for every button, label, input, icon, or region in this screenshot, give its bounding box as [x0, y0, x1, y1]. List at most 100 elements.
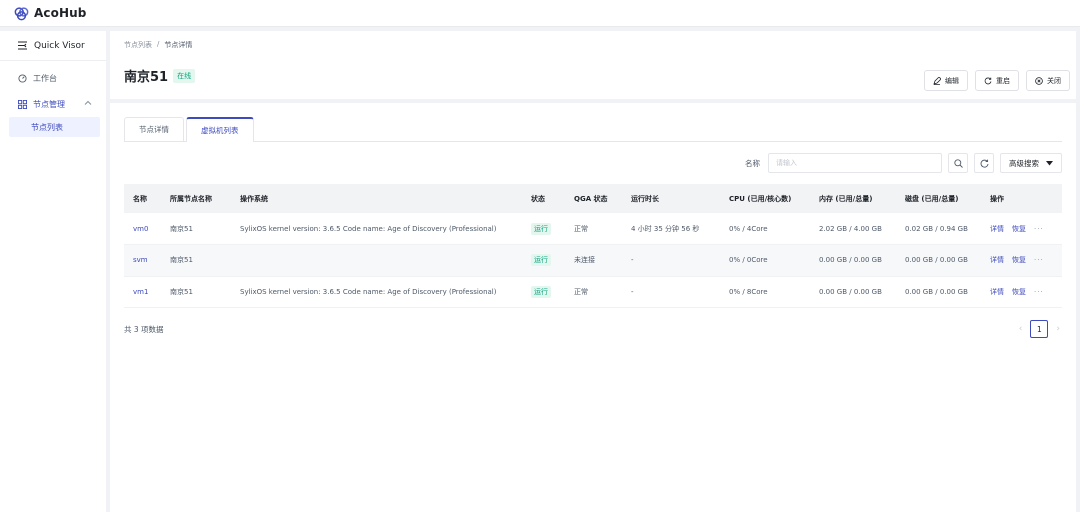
memory-cell: 2.02 GB / 4.00 GB: [810, 213, 896, 245]
cpu-cell: 0% / 0Core: [720, 244, 810, 277]
more-icon[interactable]: ···: [1034, 225, 1044, 233]
vm-name-link[interactable]: svm: [133, 256, 148, 264]
shutdown-label: 关闭: [1047, 76, 1061, 85]
breadcrumb-parent[interactable]: 节点列表: [124, 40, 152, 50]
table-footer: 共 3 项数据 ‹ 1 ›: [124, 320, 1062, 338]
advanced-search-button[interactable]: 高级搜索: [1000, 153, 1062, 173]
os-cell: [231, 244, 522, 277]
shutdown-button[interactable]: 关闭: [1026, 70, 1070, 91]
sidebar-item-dashboard[interactable]: 工作台: [0, 65, 106, 91]
search-icon: [953, 158, 963, 168]
prev-page-icon[interactable]: ‹: [1019, 324, 1023, 334]
disk-cell: 0.00 GB / 0.00 GB: [896, 244, 981, 277]
edit-label: 编辑: [945, 76, 959, 85]
restore-link[interactable]: 恢复: [1012, 287, 1026, 297]
disk-cell: 0.02 GB / 0.94 GB: [896, 213, 981, 245]
column-header: 运行时长: [622, 184, 720, 213]
cpu-cell: 0% / 8Core: [720, 276, 810, 308]
sidebar-item-label: 工作台: [33, 73, 57, 83]
qga-status-cell: 正常: [565, 276, 622, 308]
column-header: 所属节点名称: [161, 184, 231, 213]
breadcrumb: 节点列表 / 节点详情: [124, 40, 1062, 50]
column-header: 内存 (已用/总量): [810, 184, 896, 213]
tab-bar: 节点详情 虚拟机列表: [124, 117, 1062, 142]
restart-button[interactable]: 重启: [975, 70, 1019, 91]
page-title: 南京51: [124, 70, 169, 85]
detail-link[interactable]: 详情: [990, 224, 1004, 234]
sidebar: Quick Visor 工作台 节点管理 节点列表: [0, 31, 106, 512]
caret-down-icon: [1046, 160, 1053, 165]
sidebar-item-node-management[interactable]: 节点管理: [0, 91, 106, 117]
status-badge: 运行: [531, 285, 551, 298]
chevron-up-icon[interactable]: [84, 99, 92, 107]
main-area: 节点列表 / 节点详情 南京51 在线 编辑 重启 关闭 节点详情 虚拟机列表 …: [110, 31, 1076, 512]
uptime-cell: -: [622, 244, 720, 277]
breadcrumb-separator: /: [157, 40, 160, 48]
os-cell: SylixOS kernel version: 3.6.5 Code name:…: [231, 276, 522, 308]
restart-icon: [984, 77, 992, 84]
cpu-cell: 0% / 4Core: [720, 213, 810, 245]
dashboard-icon: [18, 73, 27, 83]
menu-fold-icon: [18, 41, 27, 50]
table-header-row: 名称 所属节点名称 操作系统 状态 QGA 状态 运行时长 CPU (已用/核心…: [124, 184, 1062, 213]
uptime-cell: 4 小时 35 分钟 56 秒: [622, 213, 720, 245]
sidebar-subitem-label: 节点列表: [31, 122, 63, 132]
column-header: 操作: [981, 184, 1062, 213]
detail-link[interactable]: 详情: [990, 255, 1004, 265]
qga-status-cell: 未连接: [565, 244, 622, 277]
tab-node-detail[interactable]: 节点详情: [124, 117, 184, 141]
column-header: 操作系统: [231, 184, 522, 213]
uptime-cell: -: [622, 276, 720, 308]
grid-icon: [18, 99, 27, 109]
edit-icon: [933, 76, 941, 85]
column-header: 磁盘 (已用/总量): [896, 184, 981, 213]
search-button[interactable]: [948, 153, 968, 173]
detail-link[interactable]: 详情: [990, 287, 1004, 297]
table-row: vm1 南京51 SylixOS kernel version: 3.6.5 C…: [124, 276, 1062, 308]
more-icon[interactable]: ···: [1034, 256, 1044, 264]
page-header: 节点列表 / 节点详情 南京51 在线 编辑 重启 关闭: [110, 31, 1076, 99]
column-header: 名称: [124, 184, 161, 213]
status-badge: 在线: [173, 68, 196, 83]
sidebar-subitem-node-list[interactable]: 节点列表: [9, 117, 100, 137]
quick-visor-toggle[interactable]: Quick Visor: [0, 31, 106, 61]
node-name-cell: 南京51: [161, 213, 231, 245]
restore-link[interactable]: 恢复: [1012, 255, 1026, 265]
app-name: AcoHub: [34, 6, 87, 20]
status-badge: 运行: [531, 254, 551, 267]
table-row: svm 南京51 运行 未连接 - 0% / 0Core 0.00 GB / 0…: [124, 244, 1062, 277]
quick-visor-label: Quick Visor: [34, 40, 85, 51]
vm-name-link[interactable]: vm1: [133, 288, 148, 296]
next-page-icon[interactable]: ›: [1056, 324, 1060, 334]
refresh-icon: [980, 159, 988, 168]
advanced-search-label: 高级搜索: [1009, 158, 1039, 168]
node-name-cell: 南京51: [161, 276, 231, 308]
app-logo[interactable]: AcoHub: [14, 6, 86, 21]
refresh-button[interactable]: [974, 153, 994, 173]
name-search-input[interactable]: 请输入: [768, 153, 942, 173]
restore-link[interactable]: 恢复: [1012, 224, 1026, 234]
vm-table: 名称 所属节点名称 操作系统 状态 QGA 状态 运行时长 CPU (已用/核心…: [124, 184, 1062, 308]
qga-status-cell: 正常: [565, 213, 622, 245]
os-cell: SylixOS kernel version: 3.6.5 Code name:…: [231, 213, 522, 245]
column-header: QGA 状态: [565, 184, 622, 213]
breadcrumb-current: 节点详情: [164, 41, 193, 49]
edit-button[interactable]: 编辑: [924, 70, 968, 91]
page-number[interactable]: 1: [1030, 320, 1049, 338]
content-card: 节点详情 虚拟机列表 名称 请输入 高级搜索 名称 所属节点名称 操作系统 状态…: [110, 103, 1076, 512]
column-header: 状态: [522, 184, 565, 213]
more-icon[interactable]: ···: [1034, 288, 1044, 296]
vm-name-link[interactable]: vm0: [133, 225, 148, 233]
total-count: 共 3 项数据: [124, 324, 164, 334]
header-actions: 编辑 重启 关闭: [924, 70, 1070, 91]
status-badge: 运行: [531, 222, 551, 235]
close-circle-icon: [1035, 76, 1043, 85]
top-bar: AcoHub: [0, 0, 1080, 27]
table-row: vm0 南京51 SylixOS kernel version: 3.6.5 C…: [124, 213, 1062, 245]
column-header: CPU (已用/核心数): [720, 184, 810, 213]
memory-cell: 0.00 GB / 0.00 GB: [810, 244, 896, 277]
filter-bar: 名称 请输入 高级搜索: [124, 153, 1062, 173]
sidebar-item-label: 节点管理: [33, 99, 65, 109]
tab-vm-list[interactable]: 虚拟机列表: [186, 117, 254, 142]
memory-cell: 0.00 GB / 0.00 GB: [810, 276, 896, 308]
